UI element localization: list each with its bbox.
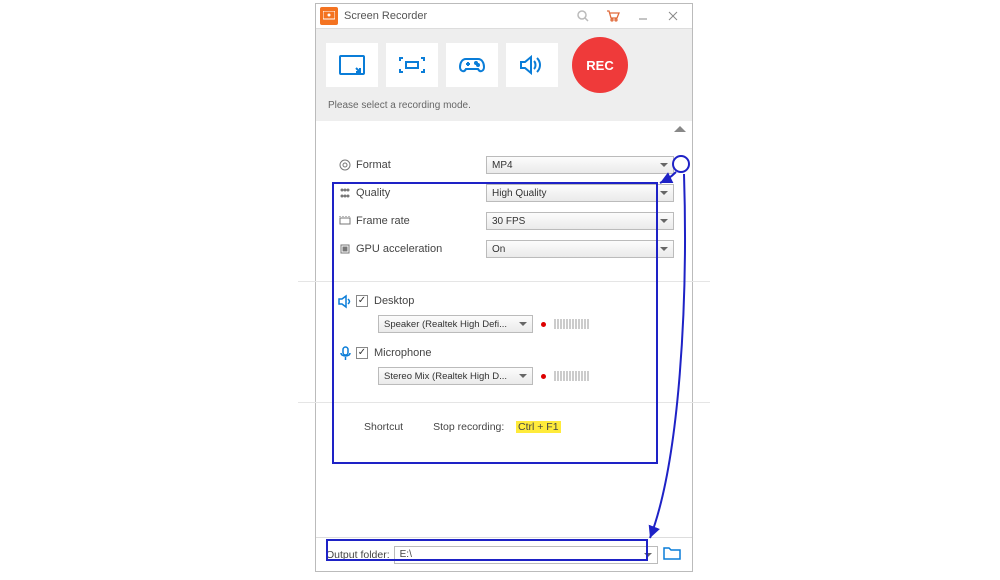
close-button[interactable]	[658, 4, 688, 29]
format-select[interactable]: MP4	[486, 156, 674, 174]
chevron-down-icon	[519, 322, 527, 326]
desktop-device-select[interactable]: Speaker (Realtek High Defi...	[378, 315, 533, 333]
microphone-icon	[334, 346, 356, 361]
shortcut-row: Shortcut Stop recording: Ctrl + F1	[316, 411, 692, 445]
hint-text: Please select a recording mode.	[316, 94, 692, 121]
framerate-select[interactable]: 30 FPS	[486, 212, 674, 230]
output-folder-label: Output folder:	[326, 549, 390, 561]
microphone-device-select[interactable]: Stereo Mix (Realtek High D...	[378, 367, 533, 385]
browse-folder-button[interactable]	[662, 545, 682, 564]
framerate-label: Frame rate	[356, 215, 486, 227]
app-window: Screen Recorder	[315, 3, 693, 572]
format-icon	[334, 158, 356, 172]
mode-region-button[interactable]	[326, 43, 378, 87]
settings-panel: Format MP4 Quality High Quality Frame ra…	[316, 137, 692, 273]
mode-fullscreen-button[interactable]	[386, 43, 438, 87]
shortcut-keys: Ctrl + F1	[516, 421, 561, 433]
vu-meter	[554, 319, 589, 329]
record-label: REC	[586, 58, 613, 73]
toolbar: REC Please select a recording mode.	[316, 29, 692, 121]
microphone-label: Microphone	[374, 347, 431, 359]
mode-audio-button[interactable]	[506, 43, 558, 87]
titlebar: Screen Recorder	[316, 4, 692, 29]
app-title: Screen Recorder	[344, 10, 427, 22]
chevron-down-icon	[660, 191, 668, 195]
chevron-down-icon	[660, 247, 668, 251]
collapse-toggle-icon[interactable]	[674, 126, 686, 132]
output-bar: Output folder: E:\	[316, 537, 692, 571]
recording-indicator-icon	[541, 322, 546, 327]
quality-label: Quality	[356, 187, 486, 199]
chevron-down-icon	[660, 163, 668, 167]
desktop-audio-checkbox[interactable]	[356, 295, 368, 307]
gpu-label: GPU acceleration	[356, 243, 486, 255]
framerate-icon	[334, 214, 356, 228]
chevron-down-icon	[660, 219, 668, 223]
stop-recording-label: Stop recording:	[433, 421, 504, 433]
chevron-down-icon	[519, 374, 527, 378]
gpu-select[interactable]: On	[486, 240, 674, 258]
recording-indicator-icon	[541, 374, 546, 379]
record-button[interactable]: REC	[572, 37, 628, 93]
gpu-icon	[334, 242, 356, 256]
minimize-button[interactable]	[628, 4, 658, 29]
search-icon[interactable]	[568, 4, 598, 29]
cart-icon[interactable]	[598, 4, 628, 29]
chevron-down-icon	[644, 553, 652, 557]
output-folder-select[interactable]: E:\	[394, 546, 658, 564]
mode-game-button[interactable]	[446, 43, 498, 87]
audio-panel: Desktop Speaker (Realtek High Defi... Mi…	[316, 290, 692, 394]
app-icon	[320, 7, 338, 25]
microphone-checkbox[interactable]	[356, 347, 368, 359]
desktop-audio-label: Desktop	[374, 295, 414, 307]
speaker-icon	[334, 294, 356, 309]
vu-meter	[554, 371, 589, 381]
format-label: Format	[356, 159, 486, 171]
quality-select[interactable]: High Quality	[486, 184, 674, 202]
shortcut-label: Shortcut	[364, 421, 403, 433]
quality-icon	[334, 186, 356, 200]
